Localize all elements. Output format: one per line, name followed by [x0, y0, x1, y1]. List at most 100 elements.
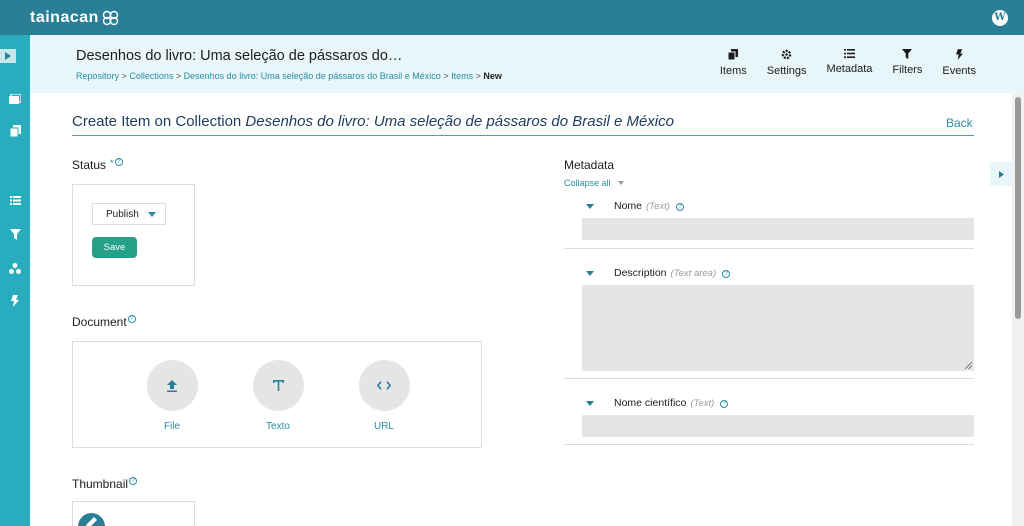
- metadata-icon: [9, 195, 21, 205]
- field-type: (Text): [646, 200, 670, 212]
- breadcrumb-repository[interactable]: Repository: [76, 71, 119, 81]
- top-bar: tainacan W: [0, 0, 1024, 35]
- items-icon: [9, 125, 21, 137]
- save-button[interactable]: Save: [92, 237, 137, 258]
- title-divider: [72, 135, 974, 136]
- help-icon[interactable]: ?: [722, 269, 731, 278]
- field-name: Nome: [614, 200, 643, 212]
- nav-metadata[interactable]: Metadata: [826, 49, 873, 77]
- sidebar-item-metadata[interactable]: [7, 192, 23, 208]
- nav-metadata-label: Metadata: [826, 63, 873, 75]
- caret-down-icon[interactable]: [586, 271, 594, 276]
- status-selected-value: Publish: [106, 208, 139, 220]
- sidebar-item-taxonomies[interactable]: [7, 260, 23, 276]
- collection-title: Desenhos do livro: Uma seleção de pássar…: [76, 48, 403, 64]
- page-title-collection: Desenhos do livro: Uma seleção de pássar…: [245, 113, 674, 130]
- gear-icon: [781, 49, 792, 60]
- sidebar-item-items[interactable]: [7, 123, 23, 139]
- field-name: Description: [614, 267, 667, 279]
- scrollbar[interactable]: [1012, 93, 1024, 526]
- document-option-url[interactable]: URL: [354, 360, 414, 432]
- breadcrumb-collections[interactable]: Collections: [129, 71, 173, 81]
- page-title-prefix: Create Item on Collection: [72, 113, 242, 130]
- thumbnail-label-text: Thumbnail: [72, 477, 129, 491]
- field-header[interactable]: Nome científico (Text) ?: [586, 397, 729, 409]
- filters-icon: [902, 49, 913, 59]
- breadcrumb-items[interactable]: Items: [451, 71, 473, 81]
- caret-down-icon: [148, 212, 156, 217]
- field-header[interactable]: Nome (Text) ?: [586, 200, 684, 212]
- document-option-text[interactable]: Texto: [248, 360, 308, 432]
- back-link[interactable]: Back: [946, 116, 973, 130]
- metadata-field-nome-cientifico: Nome científico (Text) ?: [564, 392, 974, 446]
- upload-button[interactable]: [146, 360, 198, 411]
- sidebar-item-events[interactable]: [7, 293, 23, 309]
- field-type: (Text area): [670, 267, 717, 279]
- nav-items[interactable]: Items: [720, 49, 747, 77]
- field-header[interactable]: Description (Text area) ?: [586, 267, 731, 279]
- chevron-right-icon: [5, 52, 11, 60]
- wordpress-icon[interactable]: W: [992, 9, 1008, 26]
- caret-down-icon[interactable]: [586, 401, 594, 406]
- logo-knot-icon: [102, 10, 119, 25]
- thumbnail-panel: [72, 501, 195, 526]
- chevron-right-icon: [998, 170, 1004, 178]
- logo-text: tainacan: [30, 8, 99, 26]
- url-button[interactable]: [358, 360, 410, 411]
- sidebar: [0, 35, 30, 526]
- field-divider: [564, 444, 974, 445]
- help-icon[interactable]: ?: [720, 399, 729, 408]
- status-label-text: Status: [72, 158, 107, 172]
- code-icon: [377, 381, 391, 390]
- text-button[interactable]: [252, 360, 304, 411]
- taxonomies-icon: [9, 262, 21, 274]
- breadcrumb-current: New: [483, 71, 502, 81]
- document-label: Document?: [72, 315, 136, 329]
- document-option-file-label: File: [163, 421, 181, 432]
- metadata-title: Metadata: [564, 158, 615, 172]
- caret-down-icon[interactable]: [586, 204, 594, 209]
- breadcrumb-separator: >: [175, 71, 182, 81]
- filters-icon: [9, 228, 21, 240]
- field-name: Nome científico: [614, 397, 687, 409]
- metadata-icon: [843, 49, 855, 58]
- thumbnail-edit-button[interactable]: [78, 513, 105, 526]
- document-option-file[interactable]: File: [142, 360, 202, 432]
- status-select[interactable]: Publish: [92, 203, 166, 225]
- right-panel-toggle[interactable]: [990, 162, 1012, 186]
- help-icon[interactable]: ?: [129, 477, 138, 485]
- items-icon: [728, 49, 739, 60]
- resize-handle-icon[interactable]: [964, 361, 972, 369]
- metadata-field-nome: Nome (Text) ?: [564, 195, 974, 249]
- nav-settings-label: Settings: [766, 65, 807, 77]
- status-panel: Publish Save: [72, 184, 195, 286]
- collections-icon: [9, 93, 21, 104]
- status-label: Status *?: [72, 158, 123, 172]
- collapse-all-label: Collapse all: [564, 178, 611, 188]
- breadcrumb-collection[interactable]: Desenhos do livro: Uma seleção de pássar…: [184, 71, 441, 81]
- help-icon[interactable]: ?: [675, 202, 684, 211]
- nav-events[interactable]: Events: [942, 49, 976, 77]
- collapse-all-button[interactable]: Collapse all: [564, 178, 624, 188]
- description-textarea[interactable]: [582, 285, 974, 371]
- caret-down-icon: [617, 181, 624, 185]
- tainacan-logo[interactable]: tainacan: [30, 9, 120, 27]
- help-icon[interactable]: ?: [127, 315, 136, 323]
- nome-cientifico-input[interactable]: [582, 415, 974, 437]
- help-icon[interactable]: ?: [114, 158, 123, 166]
- document-option-text-label: Texto: [266, 421, 290, 432]
- events-icon: [11, 295, 19, 307]
- pencil-icon: [86, 517, 97, 526]
- thumbnail-label: Thumbnail?: [72, 477, 138, 491]
- sidebar-item-collections[interactable]: [7, 91, 23, 107]
- sidebar-toggle-button[interactable]: [0, 49, 16, 63]
- nav-settings[interactable]: Settings: [767, 49, 807, 77]
- events-icon: [955, 49, 963, 60]
- sidebar-item-filters[interactable]: [7, 226, 23, 242]
- nome-input[interactable]: [582, 218, 974, 240]
- field-divider: [564, 248, 974, 249]
- required-mark: *: [110, 158, 114, 168]
- text-icon: [272, 380, 284, 391]
- scrollbar-thumb[interactable]: [1015, 97, 1021, 319]
- nav-filters[interactable]: Filters: [892, 49, 922, 77]
